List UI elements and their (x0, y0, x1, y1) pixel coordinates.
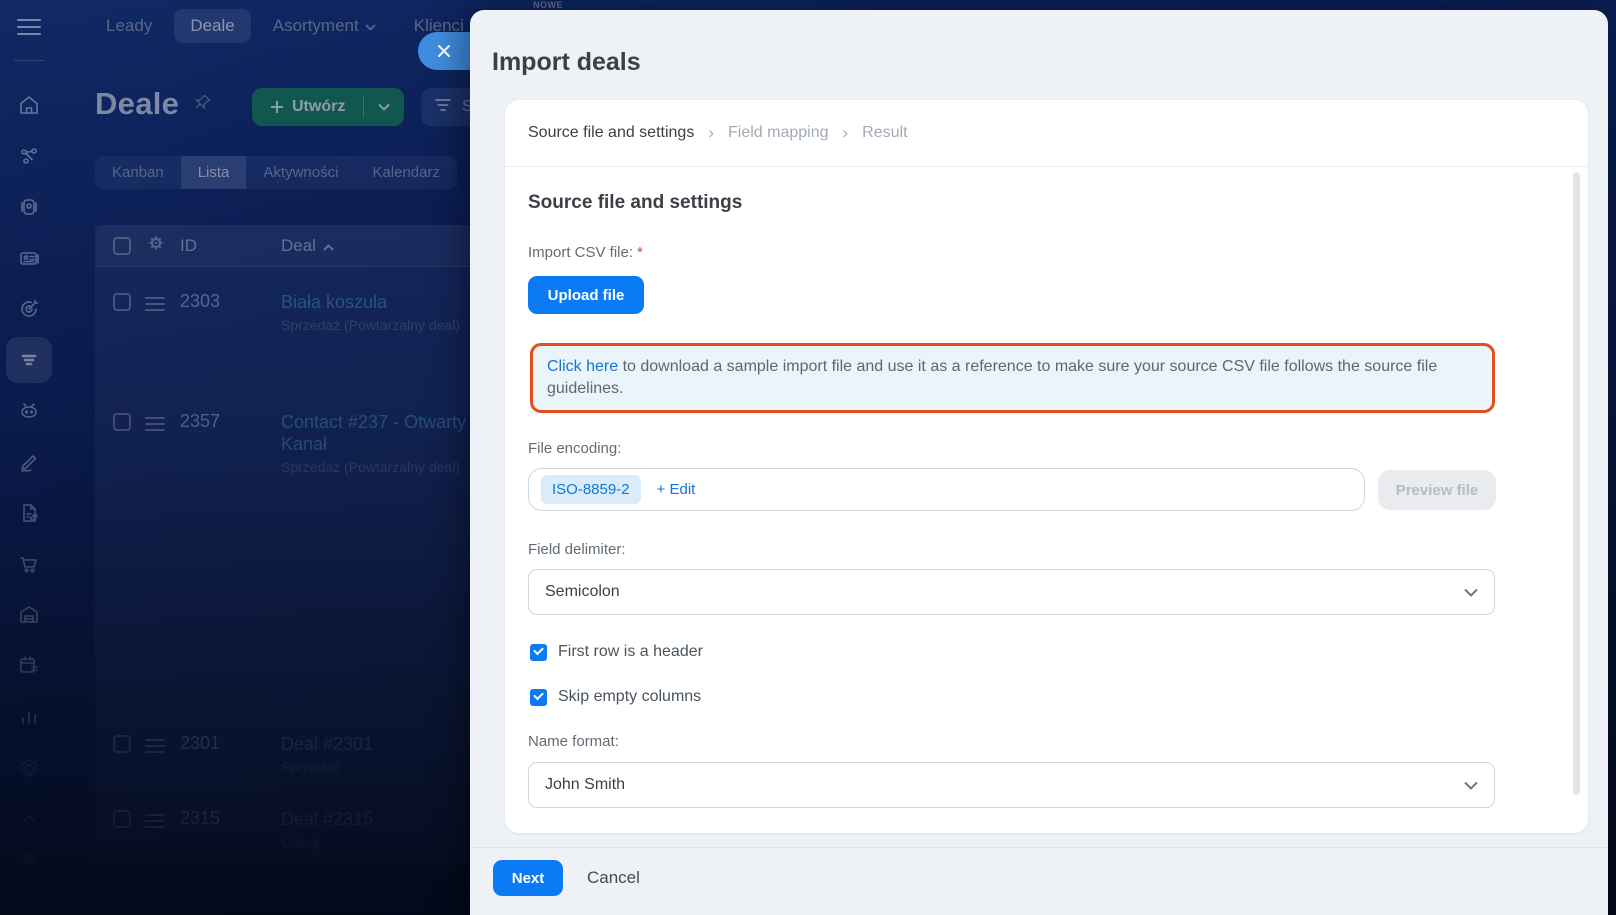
section-title: Source file and settings (528, 192, 743, 213)
sort-asc-icon (323, 236, 334, 256)
step-source-file[interactable]: Source file and settings (528, 124, 694, 142)
step-separator: › (708, 123, 714, 142)
home-icon[interactable] (6, 82, 52, 128)
row-checkbox[interactable] (113, 810, 131, 828)
page-title: Deale (95, 86, 180, 121)
first-row-header-checkbox[interactable]: First row is a header (530, 643, 703, 661)
deal-link[interactable]: Contact #237 - Otwarty Kanał (281, 411, 501, 455)
crm-funnel-icon[interactable] (6, 337, 52, 383)
badge-icon[interactable] (6, 184, 52, 230)
row-checkbox[interactable] (113, 413, 131, 431)
upload-file-button[interactable]: Upload file (528, 276, 644, 314)
tab-lista[interactable]: Lista (180, 156, 247, 189)
steps-divider (505, 166, 1588, 167)
close-icon[interactable] (418, 32, 470, 70)
sidebar (0, 0, 68, 915)
filter-icon (433, 97, 453, 118)
skip-empty-columns-checkbox[interactable]: Skip empty columns (530, 688, 701, 706)
plus-icon (271, 101, 283, 113)
info-text: to download a sample import file and use… (547, 358, 1438, 397)
column-header-id[interactable]: ID (180, 236, 197, 256)
row-checkbox[interactable] (113, 735, 131, 753)
column-header-deal[interactable]: Deal (281, 236, 334, 256)
cart-icon[interactable] (6, 541, 52, 587)
sign-pen-icon[interactable] (6, 439, 52, 485)
network-icon[interactable] (6, 133, 52, 179)
tab-aktywnosci[interactable]: Aktywności (246, 156, 355, 189)
robot-icon[interactable] (6, 388, 52, 434)
contact-card-icon[interactable] (6, 235, 52, 281)
view-tab-group: Kanban Lista Aktywności Kalendarz (95, 156, 457, 189)
preview-file-button[interactable]: Preview file (1378, 470, 1496, 510)
table-settings-gear-icon[interactable] (147, 234, 165, 257)
deal-id: 2303 (180, 291, 221, 311)
file-encoding-label: File encoding: (528, 440, 622, 457)
app: Leady Deale Asortyment Klienci NOWE Deal… (0, 0, 1616, 915)
checkbox-label: First row is a header (558, 643, 703, 660)
tab-kalendarz[interactable]: Kalendarz (355, 156, 457, 189)
deal-subtitle: Sprzedaż (Powtarzalny deal) (281, 459, 460, 475)
click-here-link[interactable]: Click here (547, 358, 618, 375)
checkbox-label: Skip empty columns (558, 688, 702, 705)
modal-footer: Next Cancel (493, 860, 640, 896)
deal-id: 2315 (180, 808, 221, 828)
checkbox-checked-icon[interactable] (530, 688, 547, 706)
create-deal-button[interactable]: Utwórz (252, 88, 405, 126)
file-encoding-field[interactable]: ISO-8859-2 + Edit (528, 468, 1365, 511)
step-separator: › (842, 123, 849, 142)
nav-item-leady[interactable]: Leady (90, 9, 168, 43)
row-drag-handle-icon[interactable] (145, 413, 165, 435)
pin-icon[interactable] (193, 92, 213, 117)
chevron-down-icon (1464, 588, 1478, 597)
gear-icon[interactable] (6, 836, 52, 882)
name-format-select[interactable]: John Smith (528, 762, 1495, 808)
warehouse-icon[interactable] (6, 592, 52, 638)
wizard-card: Source file and settings › Field mapping… (505, 100, 1588, 833)
create-dropdown-toggle[interactable] (364, 98, 404, 116)
bar-chart-icon[interactable] (6, 693, 52, 739)
deal-id: 2301 (180, 733, 221, 753)
step-result: Result (862, 124, 908, 141)
step-field-mapping: Field mapping (728, 124, 829, 141)
deal-id: 2357 (180, 411, 221, 431)
field-delimiter-select[interactable]: Semicolon (528, 569, 1495, 615)
menu-icon[interactable] (17, 14, 41, 36)
view-tabs: Kanban Lista Aktywności Kalendarz Pr (95, 156, 522, 189)
sidebar-divider (14, 60, 44, 61)
name-format-value: John Smith (545, 776, 626, 793)
import-deals-modal: Import deals Source file and settings › … (470, 10, 1608, 915)
field-delimiter-label: Field delimiter: (528, 541, 626, 558)
footer-divider (470, 847, 1608, 848)
create-deal-main[interactable]: Utwórz (252, 98, 363, 116)
name-format-label: Name format: (528, 733, 619, 750)
encoding-chip[interactable]: ISO-8859-2 (541, 475, 641, 504)
checkbox-checked-icon[interactable] (530, 643, 547, 661)
sample-file-info-box: Click here to download a sample import f… (530, 343, 1495, 413)
required-asterisk: * (637, 244, 643, 261)
page-header: Deale (95, 86, 213, 122)
import-csv-label: Import CSV file: * (528, 244, 643, 261)
nav-item-asortyment[interactable]: Asortyment (257, 9, 392, 43)
target-icon[interactable] (6, 286, 52, 332)
nowe-badge: NOWE (533, 0, 563, 10)
document-edit-icon[interactable] (6, 490, 52, 536)
wizard-steps: Source file and settings › Field mapping… (528, 100, 908, 166)
edit-encoding-link[interactable]: + Edit (657, 481, 696, 498)
next-button[interactable]: Next (493, 860, 563, 896)
select-all-checkbox[interactable] (113, 236, 131, 255)
field-delimiter-value: Semicolon (545, 583, 620, 600)
row-drag-handle-icon[interactable] (145, 293, 165, 315)
scrollbar-thumb[interactable] (1573, 172, 1580, 795)
tab-kanban[interactable]: Kanban (95, 156, 181, 189)
calendar-icon[interactable] (6, 642, 52, 688)
row-checkbox[interactable] (113, 293, 131, 311)
chevron-down-icon (1464, 781, 1478, 790)
chevron-down-icon (365, 16, 376, 36)
modal-title: Import deals (492, 48, 641, 76)
cancel-button[interactable]: Cancel (587, 868, 640, 888)
row-drag-handle-icon[interactable] (145, 810, 165, 832)
hexagon-icon[interactable] (6, 745, 52, 791)
nav-item-deale[interactable]: Deale (174, 9, 251, 43)
row-drag-handle-icon[interactable] (145, 735, 165, 757)
